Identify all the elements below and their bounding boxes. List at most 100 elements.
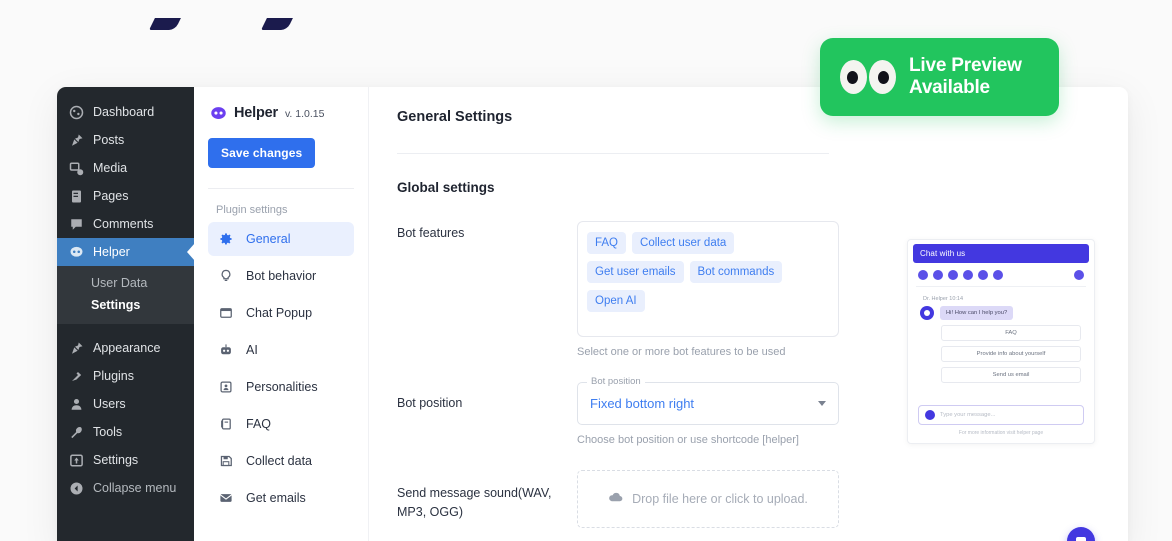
sidebar-item-label: Dashboard (93, 104, 155, 119)
bot-feature-tag[interactable]: Open AI (587, 290, 645, 312)
main-content: General Settings Global settings Bot fea… (369, 87, 1128, 541)
file-dropzone[interactable]: Drop file here or click to upload. (577, 470, 839, 528)
chat-preview-footer: For more information visit helper page (958, 430, 1044, 436)
chat-preview-widget: Chat with us Dr. Helper 10:14 Hi! How ca… (907, 239, 1095, 444)
nav-item-label: General (246, 232, 291, 246)
sidebar-item-label: Appearance (93, 340, 161, 355)
book-icon (218, 416, 234, 432)
media-icon (68, 160, 84, 176)
sidebar-item-collapse-menu[interactable]: Collapse menu (57, 474, 194, 502)
chat-bubble-icon[interactable] (1067, 527, 1095, 541)
chat-bot-message: Hi! How can I help you? (940, 306, 1014, 320)
bot-features-hint: Select one or more bot features to be us… (577, 346, 786, 358)
helper-submenu: User Data Settings (57, 266, 194, 324)
sidebar-item-plugins[interactable]: Plugins (57, 362, 194, 390)
chat-option-provide-info[interactable]: Provide info about yourself (941, 346, 1081, 362)
social-icon-4[interactable] (963, 270, 973, 280)
send-sound-field: Drop file here or click to upload. (577, 470, 839, 528)
sidebar-item-media[interactable]: Media (57, 154, 194, 182)
social-icon-6[interactable] (993, 270, 1003, 280)
chat-option-faq[interactable]: FAQ (941, 325, 1081, 341)
nav-item-ai[interactable]: AI (208, 333, 354, 367)
social-icon-1[interactable] (918, 270, 928, 280)
social-icon-2[interactable] (933, 270, 943, 280)
bot-position-field: Bot position Fixed bottom right Choose b… (577, 376, 839, 446)
save-changes-button[interactable]: Save changes (208, 138, 316, 168)
pin-icon (68, 132, 84, 148)
attachment-icon[interactable] (925, 410, 935, 420)
window-icon (218, 305, 234, 321)
title-divider (397, 153, 829, 154)
plugin-settings-nav: Helper v. 1.0.15 Save changes Plugin set… (194, 87, 369, 541)
bot-feature-tag[interactable]: Get user emails (587, 261, 684, 283)
bot-feature-tag[interactable]: Collect user data (632, 232, 735, 254)
sidebar-item-label: Helper (93, 244, 130, 259)
close-circle-icon[interactable] (1074, 270, 1084, 280)
nav-item-bot-behavior[interactable]: Bot behavior (208, 259, 354, 293)
nav-item-get-emails[interactable]: Get emails (208, 481, 354, 515)
badge-line-1: Live Preview (909, 54, 1022, 76)
top-decoration (0, 0, 1172, 34)
nav-item-label: Get emails (246, 491, 306, 505)
nav-item-collect-data[interactable]: Collect data (208, 444, 354, 478)
submenu-item-user-data[interactable]: User Data (57, 272, 194, 294)
plugin-brand: Helper v. 1.0.15 (208, 105, 354, 122)
wrench-icon (68, 424, 84, 440)
nav-item-faq[interactable]: FAQ (208, 407, 354, 441)
pages-icon (68, 188, 84, 204)
bot-position-select[interactable]: Fixed bottom right (577, 382, 839, 425)
eye-left (840, 60, 867, 94)
chat-bot-icon (68, 244, 84, 260)
nav-item-label: Bot behavior (246, 269, 317, 283)
sidebar-item-users[interactable]: Users (57, 390, 194, 418)
bot-feature-tag[interactable]: Bot commands (689, 261, 783, 283)
sidebar-item-appearance[interactable]: Appearance (57, 334, 194, 362)
sidebar-item-helper[interactable]: Helper (57, 238, 194, 266)
send-sound-label: Send message sound(WAV, MP3, OGG) (397, 486, 552, 519)
admin-window: Dashboard Posts Media Pages Comments Hel… (57, 87, 1128, 541)
chat-input-placeholder: Type your message... (940, 412, 996, 418)
nav-item-label: Collect data (246, 454, 313, 468)
live-preview-badge[interactable]: Live Preview Available (820, 38, 1059, 116)
cloud-upload-icon (608, 490, 623, 508)
screenshot-stage: Dashboard Posts Media Pages Comments Hel… (0, 0, 1172, 541)
sidebar-item-tools[interactable]: Tools (57, 418, 194, 446)
sidebar-item-settings[interactable]: Settings (57, 446, 194, 474)
sidebar-item-label: Comments (93, 216, 154, 231)
nav-item-label: Chat Popup (246, 306, 313, 320)
sidebar-item-label: Posts (93, 132, 125, 147)
chat-preview-header: Chat with us (913, 244, 1089, 263)
helper-logo-icon (210, 105, 227, 122)
row-send-message-sound: Send message sound(WAV, MP3, OGG) Drop f… (397, 470, 1128, 528)
submenu-item-settings[interactable]: Settings (57, 294, 194, 316)
chat-option-send-email[interactable]: Send us email (941, 367, 1081, 383)
nav-item-chat-popup[interactable]: Chat Popup (208, 296, 354, 330)
social-icon-5[interactable] (978, 270, 988, 280)
sidebar-item-label: Plugins (93, 368, 134, 383)
sidebar-item-dashboard[interactable]: Dashboard (57, 98, 194, 126)
eye-right (869, 60, 896, 94)
badge-line-2: Available (909, 77, 990, 98)
chat-message-input[interactable]: Type your message... (918, 405, 1084, 425)
chat-bot-message-row: Hi! How can I help you? (913, 306, 1089, 320)
nav-item-personalities[interactable]: Personalities (208, 370, 354, 404)
sidebar-item-comments[interactable]: Comments (57, 210, 194, 238)
nav-item-general[interactable]: General (208, 222, 354, 256)
sidebar-item-pages[interactable]: Pages (57, 182, 194, 210)
bot-features-tag-box[interactable]: FAQ Collect user data Get user emails Bo… (577, 221, 839, 337)
sidebar-item-label: Media (93, 160, 128, 175)
sidebar-item-label: Collapse menu (93, 480, 177, 495)
eyes-icon (840, 60, 896, 94)
sidebar-item-posts[interactable]: Posts (57, 126, 194, 154)
social-row-spacer (1008, 270, 1069, 280)
chat-divider (916, 286, 1086, 287)
bot-feature-tag[interactable]: FAQ (587, 232, 627, 254)
wp-admin-sidebar: Dashboard Posts Media Pages Comments Hel… (57, 87, 194, 541)
gear-icon (218, 231, 234, 247)
social-icon-3[interactable] (948, 270, 958, 280)
chat-message-meta: Dr. Helper 10:14 (923, 296, 964, 302)
file-dropzone-text: Drop file here or click to upload. (632, 492, 808, 506)
comments-icon (68, 216, 84, 232)
nav-item-label: Personalities (246, 380, 318, 394)
